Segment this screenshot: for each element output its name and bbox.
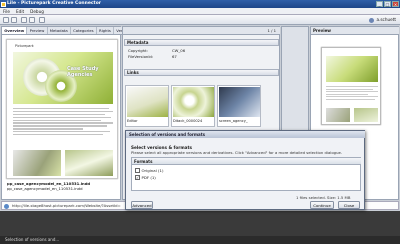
close-button[interactable]: Close (338, 201, 360, 209)
hero-title: Case Study Agencies (67, 66, 99, 78)
file-name-sub: pp_case_agencymodel_en_110531.indd (7, 186, 83, 191)
link-thumbnail (219, 87, 260, 117)
home-icon[interactable] (29, 17, 35, 23)
tab-categories[interactable]: Categories (71, 27, 97, 34)
formats-header: Formats (132, 158, 361, 165)
document-thumbnail[interactable]: Picturepark Case Study Agencies (6, 39, 118, 179)
link-item[interactable]: Ditack_0000024 (171, 85, 215, 127)
url-text: http://lile-stage8host.picturepark.com/W… (12, 203, 121, 208)
link-label: screen_agency_ (219, 119, 248, 123)
asset-detail-panel: Overview Preview Metadata Categories Rig… (1, 26, 159, 200)
preview-image (354, 108, 378, 122)
menu-debug[interactable]: Debug (30, 8, 44, 14)
dialog-title: Selection of versions and formats (126, 131, 365, 138)
metadata-row: FileVersionId: 67 (124, 54, 279, 59)
link-label: Editor (127, 119, 138, 123)
status-bar: Selection of versions and... (0, 236, 400, 244)
thumbnail-header: Picturepark (15, 44, 34, 48)
metadata-panel-header: 1 / 1 (123, 27, 280, 35)
forward-icon[interactable] (11, 17, 17, 23)
link-thumbnail (173, 87, 214, 117)
metadata-key: Copyright: (128, 48, 148, 53)
link-label: Ditack_0000024 (173, 119, 203, 123)
tab-metadata[interactable]: Metadata (48, 27, 71, 34)
hero-image (13, 52, 113, 104)
user-icon (369, 17, 375, 23)
file-name: pp_case_agencymodel_en_110531.indd pp_ca… (7, 181, 90, 191)
menu-file[interactable]: File (3, 8, 10, 14)
dialog-description: Please select all appropriate versions a… (131, 150, 343, 155)
window-title: Lile - Picturepark Creative Connector (7, 1, 102, 6)
advanced-button[interactable]: Advanced (131, 201, 153, 209)
user-menu[interactable]: a.schuett (369, 17, 396, 23)
maximize-button[interactable]: □ (384, 1, 391, 7)
original-checkbox[interactable] (135, 168, 140, 173)
toolbar (0, 15, 400, 25)
metadata-key: FileVersionId: (128, 54, 154, 59)
document-image (65, 150, 113, 176)
format-option[interactable]: Original (1) (135, 168, 163, 173)
continue-button[interactable]: Continue (310, 201, 334, 209)
pdf-checkbox[interactable]: ✓ (135, 175, 140, 180)
detail-tabs: Overview Preview Metadata Categories Rig… (2, 27, 159, 35)
format-label: PDF (1) (141, 175, 156, 180)
metadata-value: CW_06 (172, 48, 186, 53)
globe-icon (4, 203, 9, 209)
app-window: Lile - Picturepark Creative Connector _ … (0, 0, 400, 244)
search-icon[interactable] (39, 17, 45, 23)
preview-page[interactable] (321, 47, 381, 125)
minimize-button[interactable]: _ (376, 1, 383, 7)
formats-box: Formats Original (1) ✓ PDF (1) (131, 157, 361, 191)
tab-rights[interactable]: Rights (97, 27, 115, 34)
document-image (13, 150, 61, 176)
back-icon[interactable] (3, 17, 9, 23)
preview-image (326, 108, 350, 122)
preview-hero (326, 56, 378, 82)
link-item[interactable]: Editor (125, 85, 169, 127)
background-area (0, 211, 400, 236)
refresh-icon[interactable] (21, 17, 27, 23)
links-section-header[interactable]: Links (124, 69, 279, 76)
preview-title: Preview (311, 27, 399, 35)
body-text-lines (13, 108, 113, 137)
window-controls: _ □ × (376, 1, 399, 7)
menu-bar: File Edit Debug (0, 8, 400, 15)
metadata-value: 67 (172, 54, 177, 59)
preview-lines (326, 86, 378, 101)
format-label: Original (1) (141, 168, 164, 173)
selection-count: 1 files selected. Size: 1.5 MB (296, 195, 351, 200)
metadata-row: Copyright: CW_06 (124, 48, 279, 53)
menu-edit[interactable]: Edit (16, 8, 24, 14)
versions-formats-dialog: Selection of versions and formats Select… (125, 130, 365, 210)
close-window-button[interactable]: × (392, 1, 399, 7)
link-thumbnail (127, 87, 168, 117)
page-indicator: 1 / 1 (267, 28, 276, 33)
tab-preview[interactable]: Preview (27, 27, 48, 34)
link-item[interactable]: screen_agency_ (217, 85, 261, 127)
format-option[interactable]: ✓ PDF (1) (135, 175, 156, 180)
metadata-section-header[interactable]: Metadata (124, 39, 279, 46)
app-icon (1, 1, 6, 7)
title-bar: Lile - Picturepark Creative Connector (0, 0, 400, 8)
tab-overview[interactable]: Overview (2, 27, 28, 34)
user-name: a.schuett (376, 17, 396, 22)
